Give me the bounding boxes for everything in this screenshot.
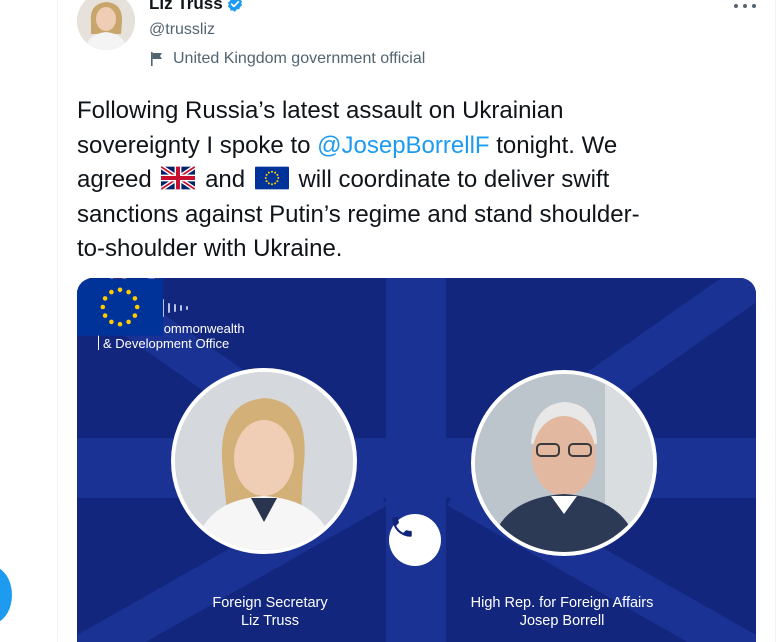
compose-tweet-button[interactable]: [0, 566, 12, 624]
tweet-line: agreed and will coordinate to deliver sw…: [77, 163, 767, 198]
tweet-text-segment: will coordinate to deliver swift: [291, 166, 610, 193]
dot-icon: [743, 4, 747, 8]
tweet-text-segment: and: [198, 166, 252, 193]
caption-name: Josep Borrell: [519, 613, 605, 629]
tweet-text-segment: sovereignty I spoke to: [77, 131, 318, 159]
tweet-text: Following Russia’s latest assault on Ukr…: [77, 94, 767, 267]
tweet: Liz Truss @trussliz United Kingdom gover…: [58, 0, 775, 642]
phone-icon: [389, 514, 441, 566]
tweet-line: to-shoulder with Ukraine.: [77, 235, 343, 262]
flag-icon: [151, 52, 162, 66]
dot-icon: [734, 4, 738, 8]
caption-title: Foreign Secretary: [212, 595, 328, 611]
caption-liz-truss: Foreign Secretary Liz Truss: [180, 594, 360, 630]
column-divider-right: [775, 0, 776, 642]
portrait-liz-truss: [171, 368, 357, 554]
fcdo-logo-line: & Development Office: [103, 336, 230, 351]
tweet-text-segment: tonight. We: [489, 131, 618, 159]
author-name[interactable]: Liz Truss: [149, 0, 223, 14]
more-options-button[interactable]: [734, 0, 756, 12]
tweet-line: sanctions against Putin’s regime and sta…: [77, 200, 640, 228]
government-label-text: United Kingdom government official: [173, 50, 426, 67]
mention-link[interactable]: @JosepBorrellF: [317, 132, 489, 159]
uk-flag-emoji: [161, 165, 196, 191]
caption-title: High Rep. for Foreign Affairs: [470, 595, 654, 611]
tweet-image[interactable]: Foreign, Commonwealth & Development Offi…: [77, 278, 756, 642]
avatar[interactable]: [77, 0, 135, 50]
tweet-line: Following Russia’s latest assault on Ukr…: [77, 97, 564, 124]
eu-flag-emoji: [254, 165, 289, 191]
portrait-josep-borrell: [471, 370, 657, 556]
left-rail: [0, 0, 57, 642]
verified-badge-icon: [227, 0, 243, 12]
tweet-line: sovereignty I spoke to @JosepBorrellF to…: [77, 129, 767, 164]
dot-icon: [752, 4, 756, 8]
government-label: United Kingdom government official: [149, 48, 425, 70]
author-handle[interactable]: @trussliz: [149, 20, 215, 40]
eu-flag-icon: [77, 278, 163, 336]
caption-josep-borrell: High Rep. for Foreign Affairs Josep Borr…: [447, 594, 677, 630]
tweet-text-segment: agreed: [77, 166, 159, 193]
caption-name: Liz Truss: [240, 613, 299, 629]
